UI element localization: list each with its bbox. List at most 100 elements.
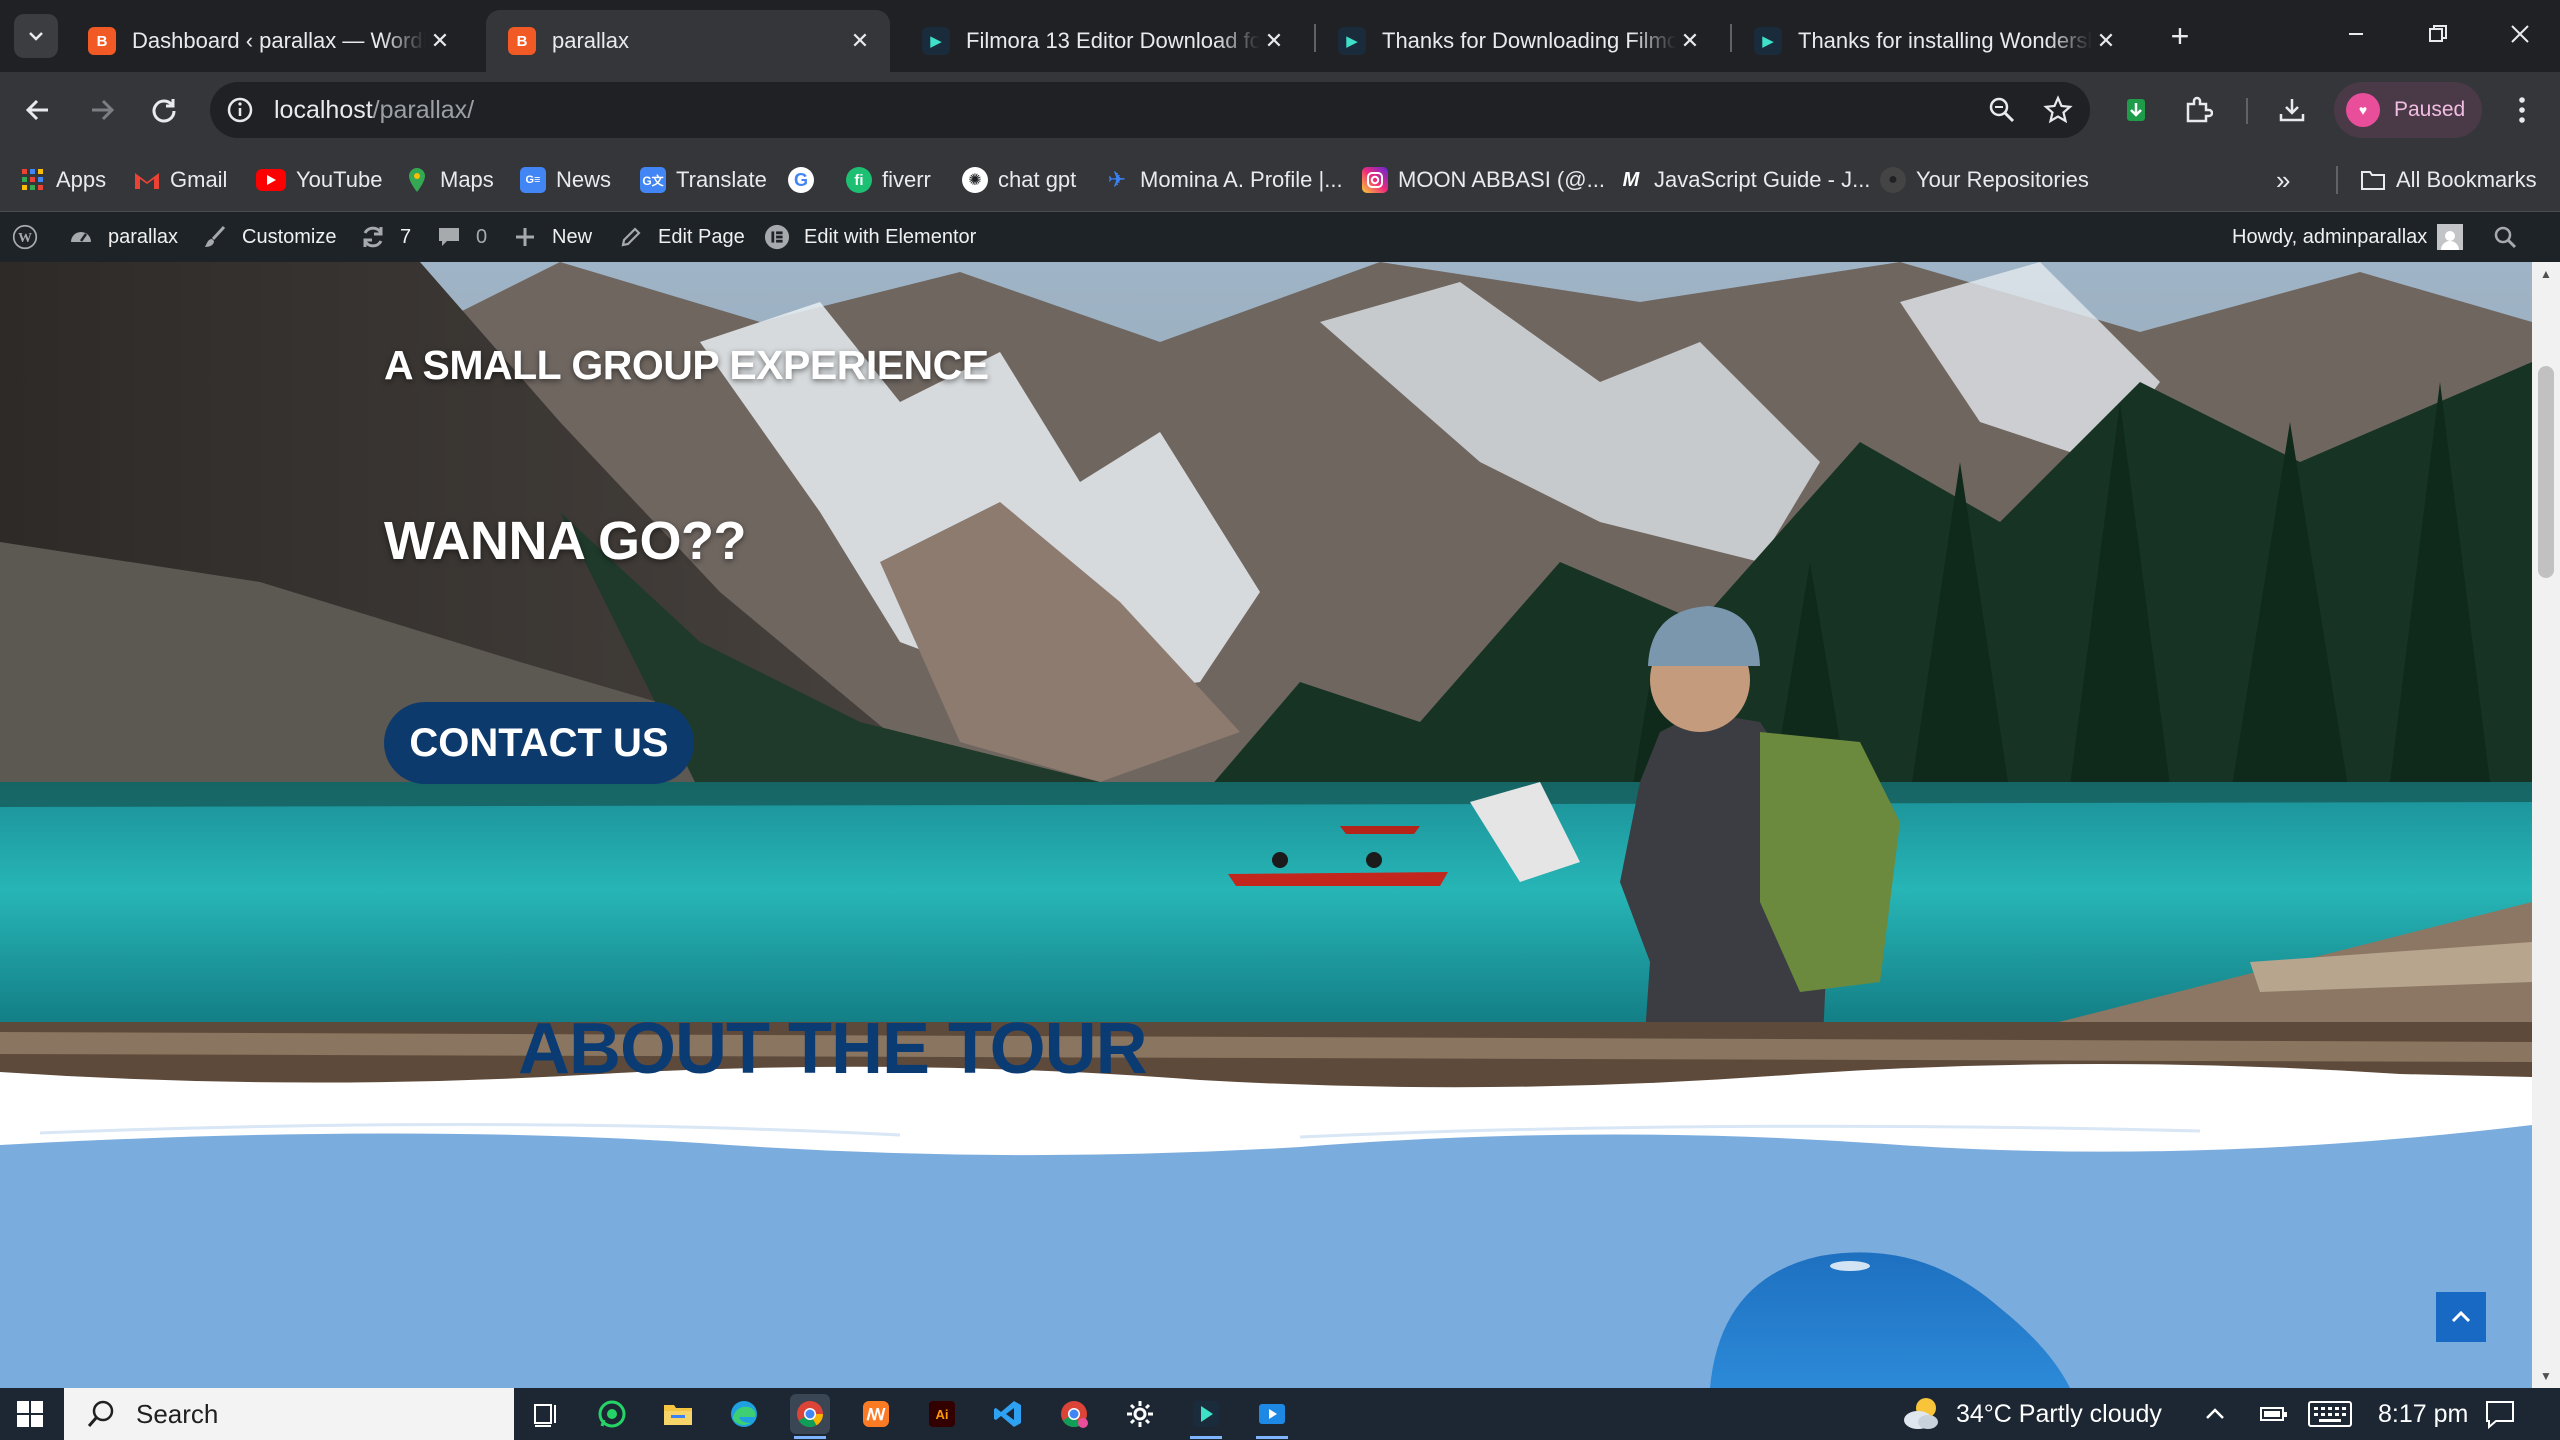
task-view-icon[interactable] [526, 1394, 566, 1434]
comments-link[interactable]: 0 [436, 212, 487, 262]
news-icon: G≡ [520, 167, 546, 193]
tab-dashboard[interactable]: B Dashboard ‹ parallax — WordPress ✕ [66, 10, 470, 72]
tab-search-button[interactable] [14, 14, 58, 58]
back-button[interactable] [16, 88, 60, 132]
bookmark-star-icon[interactable] [2036, 88, 2080, 132]
menu-kebab-icon[interactable] [2500, 88, 2544, 132]
show-hidden-icons-button[interactable] [2204, 1388, 2226, 1440]
media-player-icon[interactable] [1252, 1394, 1292, 1439]
edit-page-link[interactable]: Edit Page [618, 212, 745, 262]
apps-grid-icon [20, 167, 46, 193]
howdy-label: Howdy, adminparallax [2232, 225, 2428, 248]
gmail-icon [134, 167, 160, 193]
back-to-top-button[interactable] [2436, 1292, 2486, 1342]
chrome-icon[interactable] [790, 1394, 830, 1439]
bookmark-github[interactable]: ● Your Repositories [1880, 162, 2089, 198]
bookmark-apps[interactable]: Apps [20, 162, 106, 198]
whatsapp-icon[interactable] [592, 1394, 632, 1434]
about-tour-heading: ABOUT THE TOUR [518, 1009, 1148, 1089]
bookmark-instagram[interactable]: MOON ABBASI (@... [1362, 162, 1605, 198]
hero-background-image [0, 262, 2532, 1107]
weather-widget[interactable]: 34°C Partly cloudy [1900, 1388, 2162, 1440]
close-icon[interactable]: ✕ [846, 27, 874, 55]
new-tab-button[interactable]: + [2160, 16, 2200, 56]
bookmark-news[interactable]: G≡ News [520, 162, 611, 198]
scroll-down-arrow-icon[interactable]: ▼ [2532, 1364, 2560, 1388]
file-explorer-icon[interactable] [658, 1394, 698, 1434]
keyboard-icon[interactable] [2308, 1388, 2352, 1440]
close-icon[interactable]: ✕ [2092, 27, 2120, 55]
windows-taskbar: Search ꟿ Ai 34°C Partly cloudy 8:17 pm [0, 1388, 2560, 1440]
close-icon[interactable]: ✕ [1676, 27, 1704, 55]
battery-icon[interactable] [2258, 1388, 2288, 1440]
taskbar-search-box[interactable]: Search [64, 1388, 514, 1440]
profile-button[interactable]: ♥ Paused [2334, 82, 2482, 138]
elementor-icon [764, 224, 790, 250]
my-account-link[interactable]: Howdy, adminparallax [2232, 212, 2464, 262]
bookmark-mdn[interactable]: M JavaScript Guide - J... [1618, 162, 1871, 198]
bookmark-chatgpt[interactable]: ✺ chat gpt [962, 162, 1076, 198]
wp-logo-button[interactable]: W [12, 212, 38, 262]
bookmark-label: News [556, 167, 612, 192]
bookmark-label: Momina A. Profile |... [1140, 167, 1343, 192]
notifications-button[interactable] [2484, 1388, 2516, 1440]
scroll-up-arrow-icon[interactable]: ▲ [2532, 262, 2560, 286]
bookmark-fiverr[interactable]: fi fiverr [846, 162, 931, 198]
tab-wondershare-thanks[interactable]: ▶ Thanks for installing Wondershare ✕ [1732, 10, 2136, 72]
minimize-button[interactable] [2336, 14, 2376, 54]
illustrator-icon[interactable]: Ai [922, 1394, 962, 1434]
tab-title: Filmora 13 Editor Download for Windows [966, 28, 1260, 53]
new-content-link[interactable]: New [512, 212, 592, 262]
all-bookmarks-button[interactable]: All Bookmarks [2360, 162, 2537, 198]
customize-link[interactable]: Customize [202, 212, 336, 262]
url-text[interactable]: localhost/parallax/ [274, 96, 474, 125]
site-name-link[interactable]: parallax [68, 212, 178, 262]
browser-tab-strip: B Dashboard ‹ parallax — WordPress ✕ B p… [0, 0, 2560, 72]
bookmark-google[interactable]: G [788, 162, 814, 198]
close-window-button[interactable] [2500, 14, 2540, 54]
extension-idm-icon[interactable] [2114, 88, 2158, 132]
page-scrollbar[interactable]: ▲ ▼ [2532, 262, 2560, 1388]
bookmark-gmail[interactable]: Gmail [134, 162, 227, 198]
scrollbar-thumb[interactable] [2538, 366, 2554, 578]
bookmark-youtube[interactable]: YouTube [256, 162, 382, 198]
downloads-icon[interactable] [2270, 88, 2314, 132]
customize-label: Customize [242, 225, 337, 248]
chatgpt-icon: ✺ [962, 167, 988, 193]
wordpress-logo-icon: W [12, 224, 38, 250]
chrome-profile-icon[interactable] [1054, 1394, 1094, 1434]
chevron-down-icon [29, 32, 43, 41]
hero-subtitle: WANNA GO?? [384, 511, 746, 571]
tab-filmora-thanks[interactable]: ▶ Thanks for Downloading Filmora ✕ [1316, 10, 1720, 72]
site-info-icon[interactable] [224, 94, 256, 126]
zoom-icon[interactable] [1980, 88, 2024, 132]
admin-search-button[interactable] [2492, 212, 2518, 262]
filmora-taskbar-icon[interactable] [1186, 1394, 1226, 1439]
restore-icon [2429, 25, 2447, 42]
forward-button[interactable] [80, 88, 124, 132]
extensions-puzzle-icon[interactable] [2176, 88, 2220, 132]
vscode-icon[interactable] [988, 1394, 1028, 1434]
settings-gear-icon[interactable] [1120, 1394, 1160, 1434]
contact-us-button[interactable]: CONTACT US [384, 702, 694, 784]
edge-browser-icon[interactable] [724, 1394, 764, 1434]
reload-button[interactable] [142, 88, 186, 132]
bookmark-maps[interactable]: Maps [404, 162, 494, 198]
close-icon[interactable]: ✕ [426, 27, 454, 55]
mdn-icon: M [1622, 168, 1640, 191]
bookmark-translate[interactable]: G文 Translate [640, 162, 767, 198]
xampp-icon[interactable]: ꟿ [856, 1394, 896, 1434]
restore-button[interactable] [2418, 14, 2458, 54]
updates-link[interactable]: 7 [360, 212, 411, 262]
windows-start-button[interactable] [10, 1394, 50, 1434]
clock[interactable]: 8:17 pm [2378, 1388, 2468, 1440]
bookmarks-overflow-icon[interactable]: » [2276, 162, 2290, 198]
updates-refresh-icon [360, 224, 386, 250]
close-icon[interactable]: ✕ [1260, 27, 1288, 55]
bookmark-upwork-profile[interactable]: ✈ Momina A. Profile |... [1104, 162, 1343, 198]
tab-parallax[interactable]: B parallax ✕ [486, 10, 890, 72]
comment-bubble-icon [436, 224, 462, 250]
edit-with-elementor-link[interactable]: Edit with Elementor [764, 212, 976, 262]
tab-filmora-download[interactable]: ▶ Filmora 13 Editor Download for Windows… [900, 10, 1304, 72]
address-bar[interactable]: localhost/parallax/ [210, 82, 2090, 138]
